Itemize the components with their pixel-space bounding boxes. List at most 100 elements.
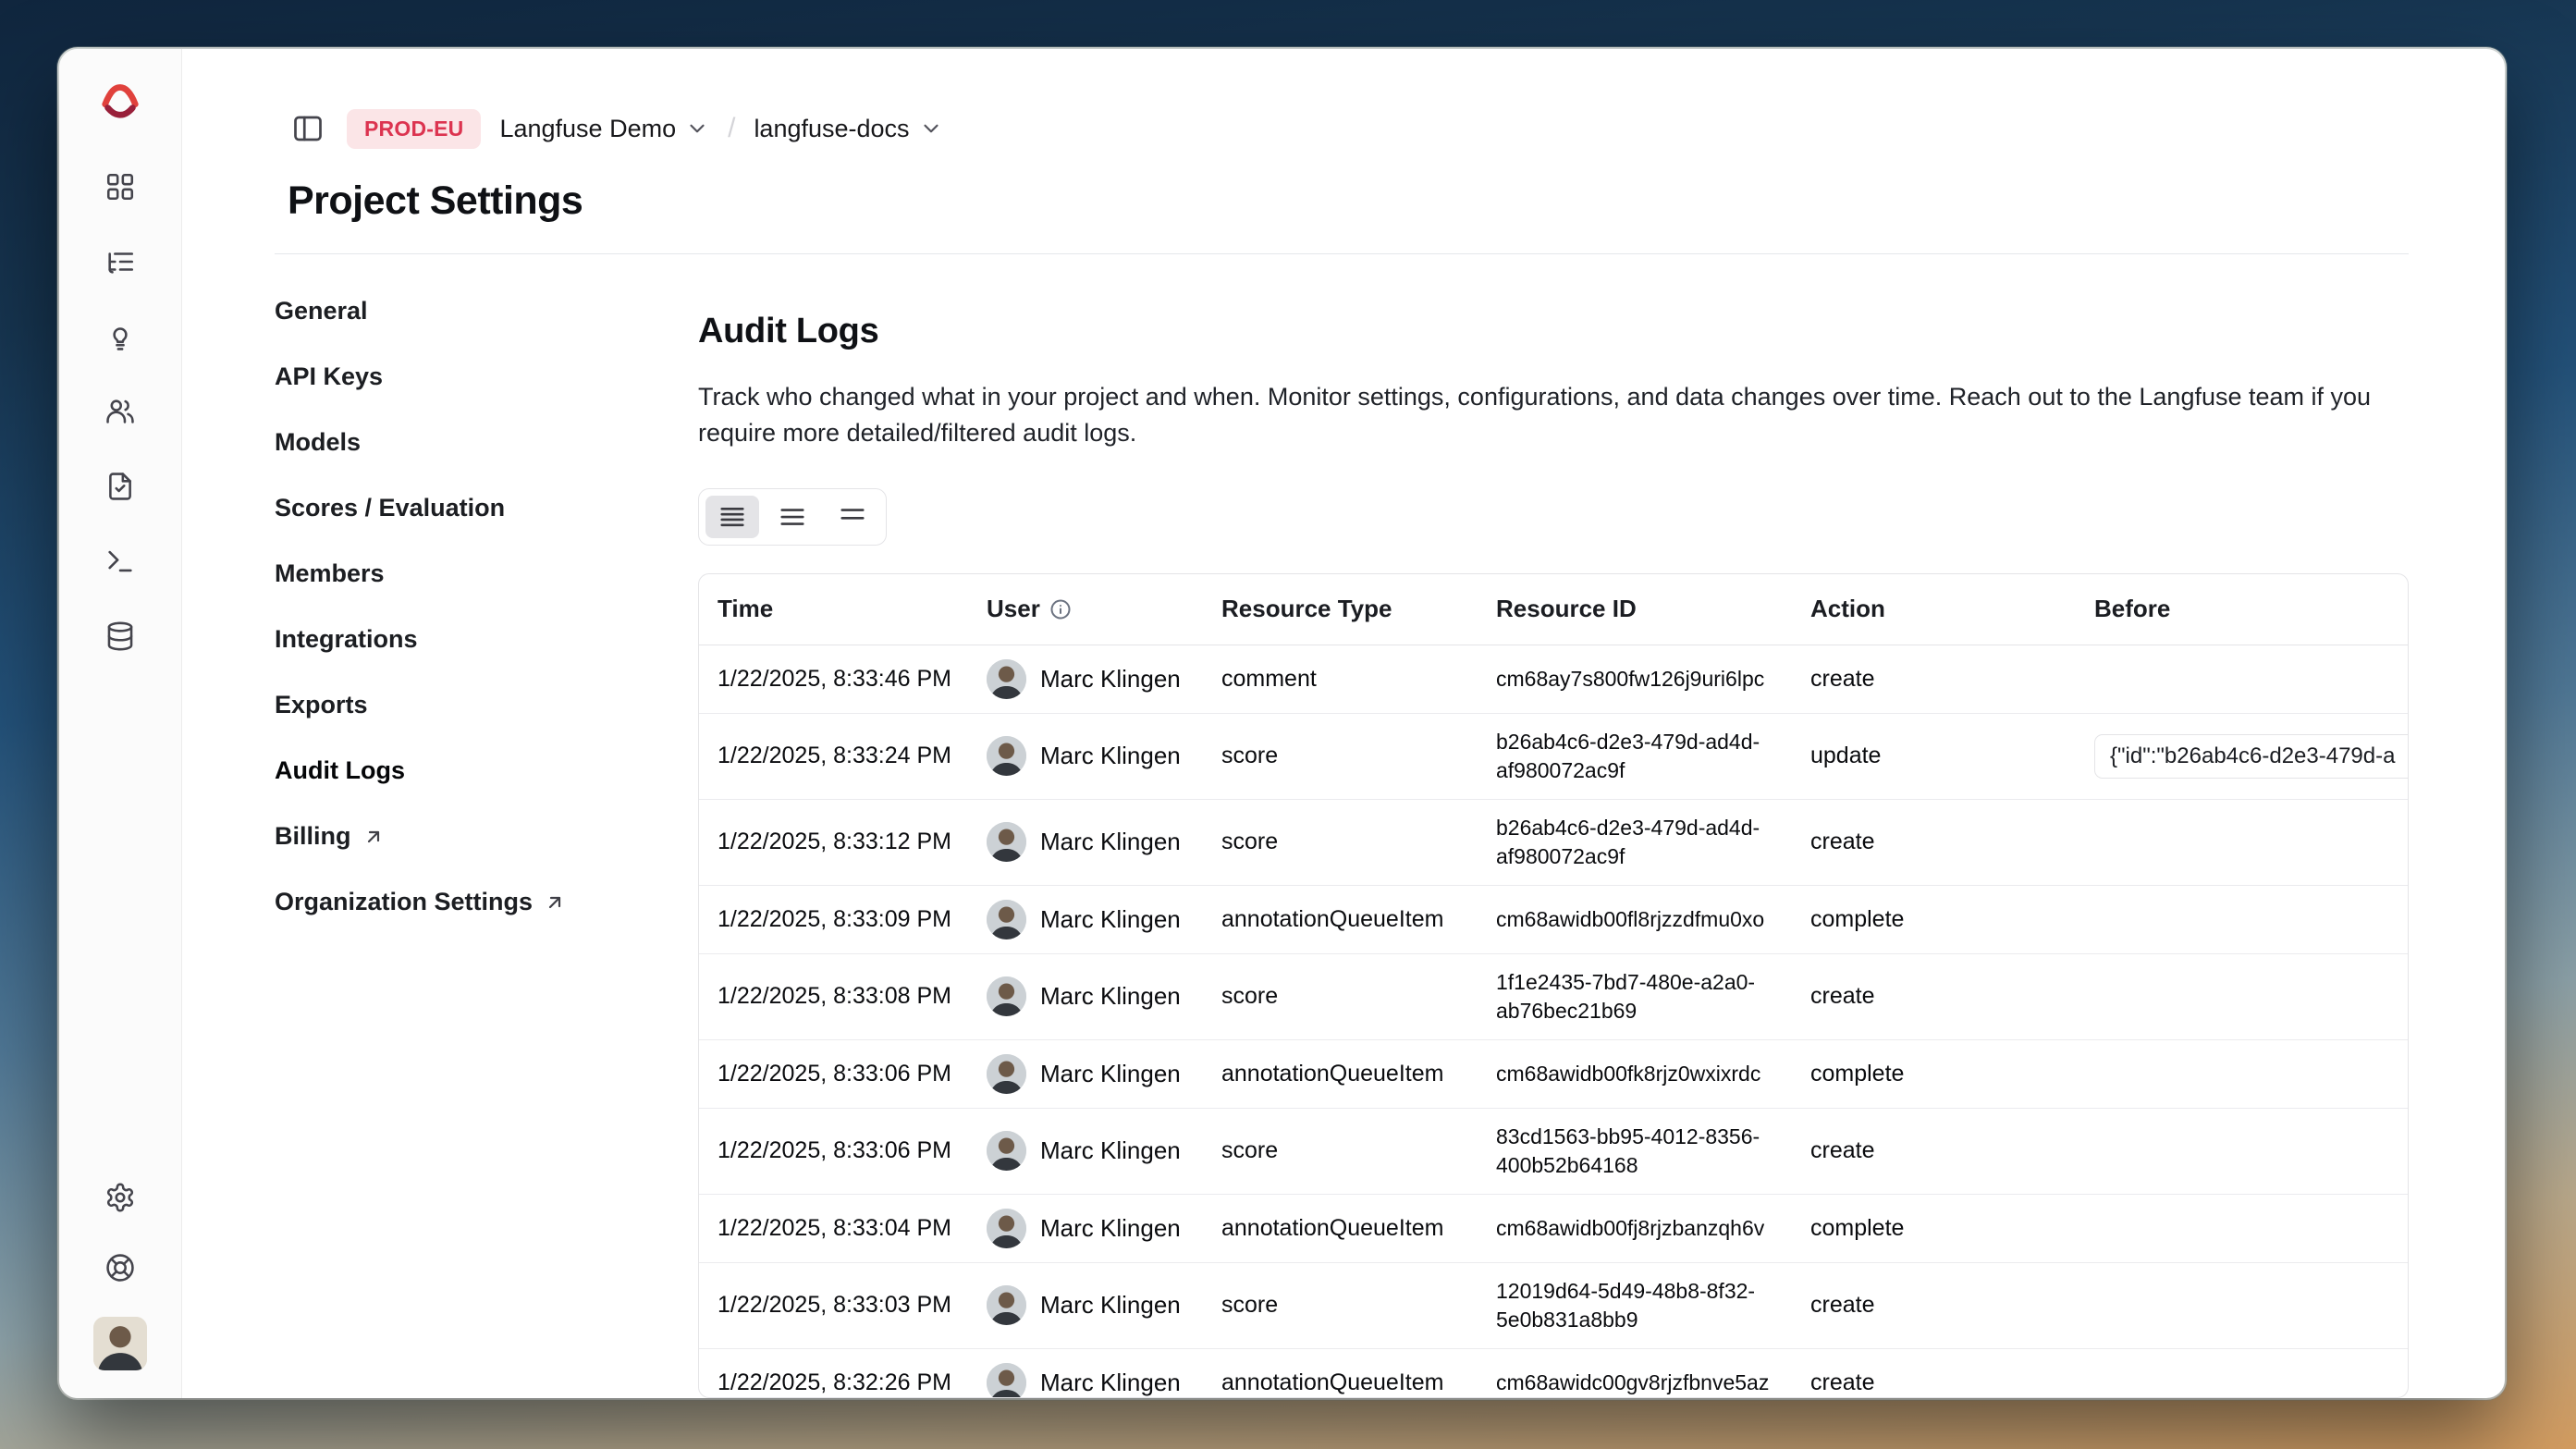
project-switcher[interactable]: langfuse-docs xyxy=(754,115,942,143)
users-icon[interactable] xyxy=(99,390,141,433)
settings-nav-item-label: Members xyxy=(275,559,385,588)
terminal-icon[interactable] xyxy=(99,540,141,583)
settings-nav-item[interactable]: Models xyxy=(275,410,698,475)
column-header-before: Before xyxy=(2076,574,2408,645)
main-content: PROD-EU Langfuse Demo / langfuse-docs Pr… xyxy=(182,49,2505,1398)
cell-resource-type: score xyxy=(1203,1108,1478,1194)
settings-nav-item[interactable]: General xyxy=(275,278,698,344)
cell-resource-type: comment xyxy=(1203,645,1478,713)
cell-resource-id: b26ab4c6-d2e3-479d-ad4d-af980072ac9f xyxy=(1478,713,1792,799)
settings-nav: General API Keys Models Scores / Evaluat… xyxy=(275,254,698,1398)
user-name: Marc Klingen xyxy=(1040,1214,1181,1243)
table-row[interactable]: 1/22/2025, 8:33:09 PM Marc Klingen xyxy=(699,885,2408,953)
tracing-list-tree-icon[interactable] xyxy=(99,240,141,283)
table-row[interactable]: 1/22/2025, 8:33:03 PM Marc Klingen xyxy=(699,1262,2408,1348)
settings-nav-item[interactable]: Scores / Evaluation xyxy=(275,475,698,541)
table-row[interactable]: 1/22/2025, 8:33:46 PM Marc Klingen xyxy=(699,645,2408,713)
cell-time: 1/22/2025, 8:33:24 PM xyxy=(699,713,968,799)
user-avatar xyxy=(987,1054,1026,1094)
table-row[interactable]: 1/22/2025, 8:33:12 PM Marc Klingen xyxy=(699,799,2408,885)
cell-action: create xyxy=(1792,1262,2076,1348)
breadcrumb-separator: / xyxy=(728,113,735,144)
settings-nav-item[interactable]: Billing xyxy=(275,804,698,869)
cell-action: create xyxy=(1792,1108,2076,1194)
cell-before: {"id":"b26ab4c6-d2e3-479d-a xyxy=(2076,713,2408,799)
cell-user: Marc Klingen xyxy=(968,645,1203,713)
row-height-large-button[interactable] xyxy=(826,496,879,538)
settings-nav-item[interactable]: API Keys xyxy=(275,344,698,410)
cell-user: Marc Klingen xyxy=(968,1039,1203,1108)
audit-logs-description: Track who changed what in your project a… xyxy=(698,379,2376,451)
user-avatar xyxy=(987,1209,1026,1248)
table-row[interactable]: 1/22/2025, 8:33:08 PM Marc Klingen xyxy=(699,953,2408,1039)
user-avatar xyxy=(987,900,1026,939)
settings-nav-item[interactable]: Audit Logs xyxy=(275,738,698,804)
org-name: Langfuse Demo xyxy=(499,115,676,143)
app-window: PROD-EU Langfuse Demo / langfuse-docs Pr… xyxy=(59,49,2505,1398)
audit-logs-table: Time User Resource Type Resource ID Act xyxy=(698,573,2409,1398)
sidebar-nav-icons xyxy=(99,166,141,657)
user-name: Marc Klingen xyxy=(1040,982,1181,1011)
user-avatar xyxy=(987,1363,1026,1399)
cell-resource-type: score xyxy=(1203,953,1478,1039)
cell-before xyxy=(2076,1194,2408,1262)
environment-badge: PROD-EU xyxy=(347,109,481,149)
user-name: Marc Klingen xyxy=(1040,742,1181,770)
user-name: Marc Klingen xyxy=(1040,828,1181,856)
settings-nav-item[interactable]: Exports xyxy=(275,672,698,738)
database-icon[interactable] xyxy=(99,615,141,657)
cell-before xyxy=(2076,1039,2408,1108)
cell-user: Marc Klingen xyxy=(968,1194,1203,1262)
settings-nav-item[interactable]: Organization Settings xyxy=(275,869,698,935)
user-name: Marc Klingen xyxy=(1040,1291,1181,1320)
table-row[interactable]: 1/22/2025, 8:33:04 PM Marc Klingen xyxy=(699,1194,2408,1262)
user-avatar xyxy=(987,659,1026,699)
settings-nav-item[interactable]: Integrations xyxy=(275,607,698,672)
user-avatar[interactable] xyxy=(93,1317,147,1370)
dashboard-grid-icon[interactable] xyxy=(99,166,141,208)
support-lifebuoy-icon[interactable] xyxy=(99,1246,141,1289)
lightbulb-icon[interactable] xyxy=(99,315,141,358)
settings-nav-item[interactable]: Members xyxy=(275,541,698,607)
row-height-medium-button[interactable] xyxy=(766,496,819,538)
table-row[interactable]: 1/22/2025, 8:33:06 PM Marc Klingen xyxy=(699,1039,2408,1108)
column-header-action: Action xyxy=(1792,574,2076,645)
table-row[interactable]: 1/22/2025, 8:33:24 PM Marc Klingen xyxy=(699,713,2408,799)
table-row[interactable]: 1/22/2025, 8:32:26 PM Marc Klingen xyxy=(699,1348,2408,1398)
cell-action: create xyxy=(1792,645,2076,713)
cell-before xyxy=(2076,1348,2408,1398)
langfuse-logo[interactable] xyxy=(99,77,141,119)
audit-logs-panel: Audit Logs Track who changed what in you… xyxy=(698,254,2409,1398)
page-title: Project Settings xyxy=(288,178,2409,224)
cell-user: Marc Klingen xyxy=(968,1348,1203,1398)
file-datasets-icon[interactable] xyxy=(99,465,141,508)
sidebar-toggle-icon[interactable] xyxy=(288,108,328,149)
cell-resource-type: annotationQueueItem xyxy=(1203,1348,1478,1398)
cell-time: 1/22/2025, 8:33:06 PM xyxy=(699,1039,968,1108)
app-sidebar xyxy=(59,49,182,1398)
cell-before xyxy=(2076,645,2408,713)
cell-resource-type: annotationQueueItem xyxy=(1203,1194,1478,1262)
chevron-down-icon xyxy=(685,117,709,141)
row-height-toggle-group xyxy=(698,488,887,546)
cell-action: create xyxy=(1792,799,2076,885)
cell-resource-id: cm68awidb00fk8rjz0wxixrdc xyxy=(1478,1039,1792,1108)
cell-action: update xyxy=(1792,713,2076,799)
cell-action: create xyxy=(1792,953,2076,1039)
settings-nav-item-label: Billing xyxy=(275,822,351,851)
cell-resource-type: score xyxy=(1203,1262,1478,1348)
before-json-box[interactable]: {"id":"b26ab4c6-d2e3-479d-a xyxy=(2094,734,2409,779)
table-row[interactable]: 1/22/2025, 8:33:06 PM Marc Klingen xyxy=(699,1108,2408,1194)
row-height-small-button[interactable] xyxy=(705,496,759,538)
cell-time: 1/22/2025, 8:33:46 PM xyxy=(699,645,968,713)
cell-resource-id: cm68awidb00fl8rjzzdfmu0xo xyxy=(1478,885,1792,953)
settings-gear-icon[interactable] xyxy=(99,1176,141,1219)
org-switcher[interactable]: Langfuse Demo xyxy=(499,115,709,143)
user-avatar xyxy=(987,1131,1026,1171)
column-header-resource-id: Resource ID xyxy=(1478,574,1792,645)
cell-resource-id: cm68awidc00gv8rjzfbnve5az xyxy=(1478,1348,1792,1398)
cell-resource-id: cm68awidb00fj8rjzbanzqh6v xyxy=(1478,1194,1792,1262)
settings-nav-item-label: Integrations xyxy=(275,625,418,654)
cell-action: create xyxy=(1792,1348,2076,1398)
settings-nav-item-label: Organization Settings xyxy=(275,888,533,916)
